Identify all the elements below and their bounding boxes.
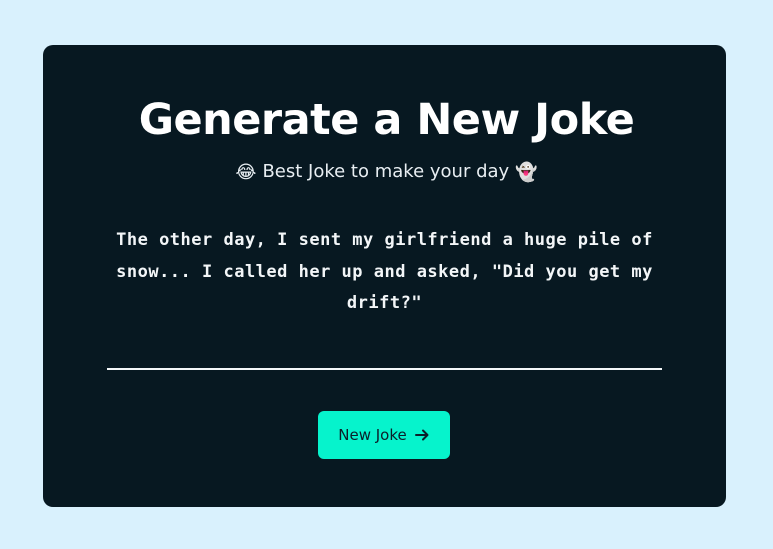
subtitle: 😂 Best Joke to make your day 👻 bbox=[0, 158, 773, 187]
arrow-right-icon bbox=[414, 427, 430, 443]
new-joke-button[interactable]: New Joke bbox=[318, 411, 450, 459]
laughing-emoji-icon: 😂 bbox=[235, 162, 257, 183]
ghost-emoji-icon: 👻 bbox=[515, 162, 538, 183]
subtitle-text: Best Joke to make your day bbox=[262, 161, 510, 182]
new-joke-label: New Joke bbox=[338, 426, 407, 444]
page-title: Generate a New Joke bbox=[138, 95, 635, 145]
joke-text: The other day, I sent my girlfriend a hu… bbox=[116, 230, 653, 313]
divider bbox=[107, 368, 662, 370]
